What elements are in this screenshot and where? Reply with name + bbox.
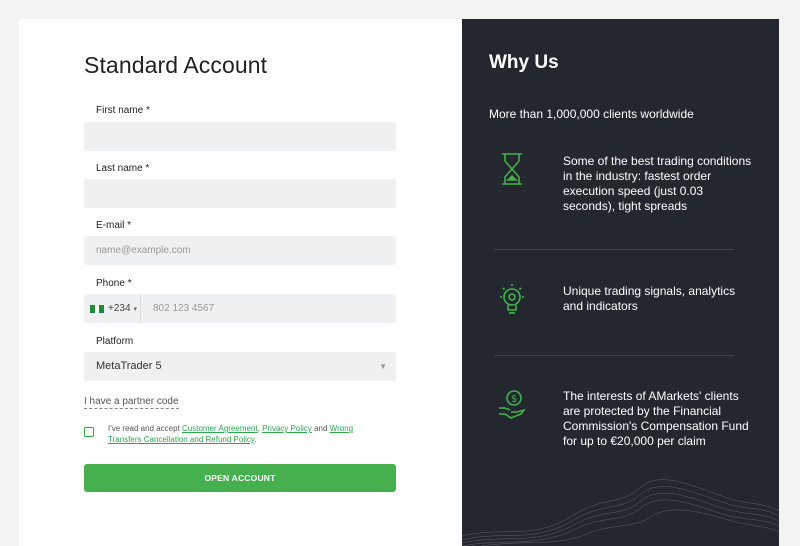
platform-select[interactable]: MetaTrader 5 ▼ <box>84 352 396 381</box>
feature-conditions: Some of the best trading conditions in t… <box>563 154 752 213</box>
caret-down-icon: ▾ <box>133 305 138 313</box>
first-name-input[interactable] <box>84 122 396 151</box>
panel-title: Why Us <box>489 52 559 73</box>
svg-text:$: $ <box>511 394 517 405</box>
agree-prefix: I've read and accept <box>108 424 183 433</box>
agree-and: and <box>311 424 330 433</box>
lightbulb-icon <box>500 284 524 314</box>
agree-checkbox[interactable] <box>84 427 94 437</box>
money-hand-icon: $ <box>499 390 527 419</box>
country-code-select[interactable]: +234 ▾ <box>84 294 141 323</box>
email-input[interactable] <box>84 236 396 265</box>
open-account-button[interactable]: OPEN ACCOUNT <box>84 464 396 492</box>
divider <box>494 355 734 356</box>
customer-agreement-link[interactable]: Customer Agreement <box>182 424 258 433</box>
why-us-panel: Why Us More than 1,000,000 clients world… <box>462 19 779 546</box>
platform-value: MetaTrader 5 <box>96 360 162 372</box>
country-code: +234 <box>108 303 131 314</box>
partner-code-link[interactable]: I have a partner code <box>84 396 179 409</box>
phone-field: +234 ▾ <box>84 294 396 323</box>
page-title: Standard Account <box>84 52 268 78</box>
wave-decoration <box>462 479 779 546</box>
agreement-text: I've read and accept Customer Agreement,… <box>108 423 378 445</box>
phone-input[interactable] <box>141 294 396 323</box>
feature-compensation: The interests of AMarkets' clients are p… <box>563 389 749 448</box>
first-name-field[interactable] <box>84 122 396 151</box>
last-name-field[interactable] <box>84 179 396 208</box>
email-label: E-mail * <box>96 220 132 231</box>
registration-form: Standard Account First name * Last name … <box>19 19 462 546</box>
signup-card: Standard Account First name * Last name … <box>19 19 779 546</box>
first-name-label: First name * <box>96 105 150 116</box>
feature-signals: Unique trading signals, analytics and in… <box>563 284 736 313</box>
email-field[interactable] <box>84 236 396 265</box>
nigeria-flag-icon <box>90 304 105 313</box>
agree-suffix: . <box>254 435 257 444</box>
last-name-input[interactable] <box>84 179 396 208</box>
hourglass-icon <box>502 153 522 185</box>
clients-count: More than 1,000,000 clients worldwide <box>489 107 694 121</box>
last-name-label: Last name * <box>96 163 150 174</box>
privacy-policy-link[interactable]: Privacy Policy <box>262 424 312 433</box>
phone-label: Phone * <box>96 278 132 289</box>
platform-label: Platform <box>96 336 134 347</box>
chevron-down-icon: ▼ <box>379 362 387 371</box>
divider <box>494 249 734 250</box>
